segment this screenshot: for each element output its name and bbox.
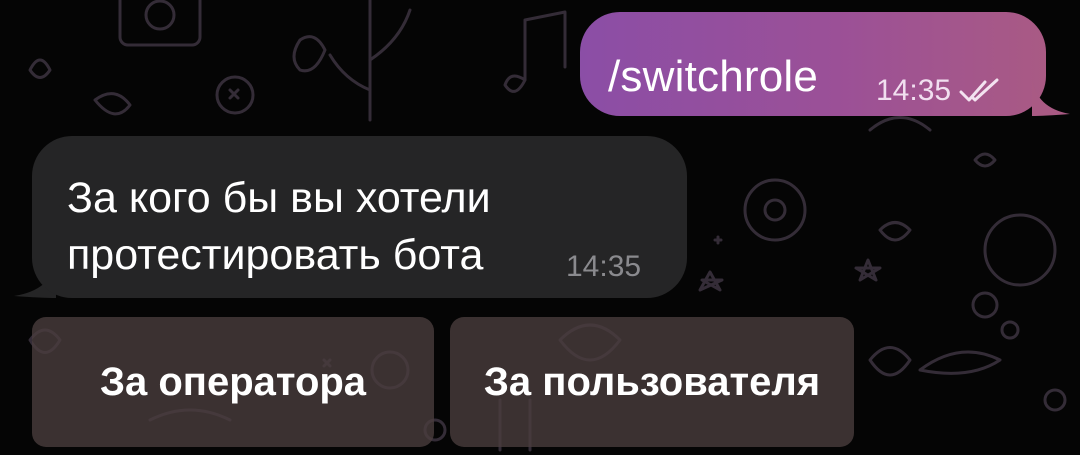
outgoing-message-text: /switchrole	[608, 52, 819, 101]
incoming-message-text-line-1: За кого бы вы хотели	[67, 174, 491, 222]
outgoing-message-meta: 14:35	[876, 74, 999, 108]
incoming-message-time: 14:35	[566, 250, 642, 283]
incoming-message-bubble[interactable]: За кого бы вы хотели протестировать бота…	[32, 136, 687, 298]
inline-button-operator[interactable]: За оператора	[32, 317, 434, 447]
chat-view: /switchrole 14:35 За кого бы вы хотели п…	[0, 0, 1080, 455]
inline-button-user[interactable]: За пользователя	[450, 317, 854, 447]
outgoing-bubble-tail	[1032, 78, 1070, 116]
outgoing-message-bubble[interactable]: /switchrole 14:35	[580, 12, 1046, 116]
inline-button-operator-label: За оператора	[99, 359, 367, 404]
double-check-icon	[959, 78, 999, 102]
incoming-message-text-line-2: протестировать бота	[67, 231, 484, 279]
outgoing-message-time: 14:35	[876, 74, 952, 107]
inline-button-user-label: За пользователя	[483, 359, 821, 404]
